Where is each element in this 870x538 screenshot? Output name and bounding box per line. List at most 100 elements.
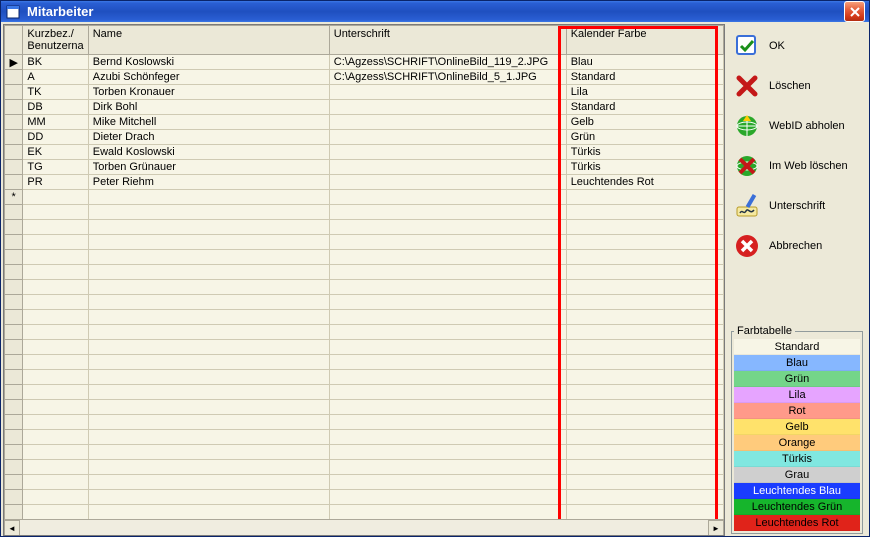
scroll-track[interactable] [20, 520, 708, 535]
col-header-unterschrift[interactable]: Unterschrift [329, 26, 566, 55]
table-row[interactable] [5, 415, 724, 430]
table-row[interactable] [5, 490, 724, 505]
col-header-farbe[interactable]: Kalender Farbe [566, 26, 723, 55]
table-row[interactable] [5, 460, 724, 475]
table-row[interactable]: PRPeter Riehm Leuchtendes Rot [5, 175, 724, 190]
cell-unterschrift[interactable] [329, 160, 566, 175]
cell-kurz[interactable]: EK [23, 145, 88, 160]
table-row[interactable] [5, 505, 724, 520]
cell-kurz[interactable]: BK [23, 55, 88, 70]
color-swatch[interactable]: Leuchtendes Blau [734, 483, 860, 499]
table-row[interactable]: * [5, 190, 724, 205]
cell-name[interactable] [88, 190, 329, 205]
cell-unterschrift[interactable] [329, 85, 566, 100]
cell-kurz[interactable]: A [23, 70, 88, 85]
color-swatch[interactable]: Türkis [734, 451, 860, 467]
ok-button[interactable]: OK [729, 26, 865, 66]
scroll-left-button[interactable]: ◄ [4, 520, 20, 536]
table-row[interactable] [5, 445, 724, 460]
table-row[interactable]: ▶BKBernd KoslowskiC:\Agzess\SCHRIFT\Onli… [5, 55, 724, 70]
cell-name[interactable]: Dieter Drach [88, 130, 329, 145]
color-swatch[interactable]: Grün [734, 371, 860, 387]
cell-farbe[interactable]: Standard [566, 100, 723, 115]
cell-name[interactable]: Bernd Koslowski [88, 55, 329, 70]
color-swatch[interactable]: Orange [734, 435, 860, 451]
table-row[interactable]: DDDieter Drach Grün [5, 130, 724, 145]
table-row[interactable] [5, 385, 724, 400]
table-row[interactable] [5, 280, 724, 295]
color-swatch[interactable]: Gelb [734, 419, 860, 435]
horizontal-scrollbar[interactable]: ◄ ► [4, 519, 724, 535]
cell-name[interactable]: Azubi Schönfeger [88, 70, 329, 85]
table-row[interactable] [5, 475, 724, 490]
cell-name[interactable]: Dirk Bohl [88, 100, 329, 115]
table-row[interactable] [5, 340, 724, 355]
table-row[interactable]: DBDirk Bohl Standard [5, 100, 724, 115]
scroll-right-button[interactable]: ► [708, 520, 724, 536]
col-header-name[interactable]: Name [88, 26, 329, 55]
window: Mitarbeiter Kurzbez./Benutzerna N [0, 0, 870, 537]
cell-name[interactable]: Mike Mitchell [88, 115, 329, 130]
cell-farbe[interactable]: Standard [566, 70, 723, 85]
table-row[interactable]: EKEwald Koslowski Türkis [5, 145, 724, 160]
cell-farbe[interactable]: Gelb [566, 115, 723, 130]
cell-name[interactable]: Torben Grünauer [88, 160, 329, 175]
cell-unterschrift[interactable]: C:\Agzess\SCHRIFT\OnlineBild_119_2.JPG [329, 55, 566, 70]
cell-farbe[interactable]: Türkis [566, 145, 723, 160]
cell-kurz[interactable] [23, 190, 88, 205]
cell-farbe[interactable]: Türkis [566, 160, 723, 175]
color-swatch[interactable]: Rot [734, 403, 860, 419]
color-swatch[interactable]: Blau [734, 355, 860, 371]
cell-farbe[interactable]: Lila [566, 85, 723, 100]
cell-farbe[interactable] [566, 190, 723, 205]
loeschen-button[interactable]: Löschen [729, 66, 865, 106]
cell-farbe[interactable]: Grün [566, 130, 723, 145]
cell-farbe[interactable]: Leuchtendes Rot [566, 175, 723, 190]
table-row[interactable]: TGTorben Grünauer Türkis [5, 160, 724, 175]
webid-button[interactable]: WebID abholen [729, 106, 865, 146]
color-swatch[interactable]: Grau [734, 467, 860, 483]
cell-unterschrift[interactable]: C:\Agzess\SCHRIFT\OnlineBild_5_1.JPG [329, 70, 566, 85]
color-swatch[interactable]: Leuchtendes Grün [734, 499, 860, 515]
color-swatch[interactable]: Leuchtendes Rot [734, 515, 860, 531]
cell-unterschrift[interactable] [329, 100, 566, 115]
table-row[interactable] [5, 205, 724, 220]
table-row[interactable] [5, 355, 724, 370]
cell-kurz[interactable]: TK [23, 85, 88, 100]
table-row[interactable] [5, 235, 724, 250]
table-row[interactable]: AAzubi SchönfegerC:\Agzess\SCHRIFT\Onlin… [5, 70, 724, 85]
imweb-button[interactable]: Im Web löschen [729, 146, 865, 186]
abbrechen-button[interactable]: Abbrechen [729, 226, 865, 266]
cell-name[interactable]: Torben Kronauer [88, 85, 329, 100]
cell-kurz[interactable]: PR [23, 175, 88, 190]
table-row[interactable] [5, 220, 724, 235]
cell-kurz[interactable]: DD [23, 130, 88, 145]
color-swatch[interactable]: Lila [734, 387, 860, 403]
cell-kurz[interactable]: MM [23, 115, 88, 130]
cell-unterschrift[interactable] [329, 175, 566, 190]
close-button[interactable] [844, 1, 865, 22]
employee-grid[interactable]: Kurzbez./Benutzerna Name Unterschrift Ka… [4, 25, 724, 535]
table-row[interactable] [5, 310, 724, 325]
table-row[interactable] [5, 250, 724, 265]
table-row[interactable] [5, 400, 724, 415]
unterschrift-button[interactable]: Unterschrift [729, 186, 865, 226]
table-row[interactable]: TKTorben Kronauer Lila [5, 85, 724, 100]
table-row[interactable] [5, 370, 724, 385]
table-row[interactable]: MMMike Mitchell Gelb [5, 115, 724, 130]
cell-unterschrift[interactable] [329, 190, 566, 205]
table-row[interactable] [5, 325, 724, 340]
cell-name[interactable]: Ewald Koslowski [88, 145, 329, 160]
col-header-kurz[interactable]: Kurzbez./Benutzerna [23, 26, 88, 55]
table-row[interactable] [5, 430, 724, 445]
cell-kurz[interactable]: DB [23, 100, 88, 115]
cell-unterschrift[interactable] [329, 130, 566, 145]
color-swatch[interactable]: Standard [734, 339, 860, 355]
table-row[interactable] [5, 295, 724, 310]
cell-unterschrift[interactable] [329, 115, 566, 130]
cell-unterschrift[interactable] [329, 145, 566, 160]
cell-kurz[interactable]: TG [23, 160, 88, 175]
cell-farbe[interactable]: Blau [566, 55, 723, 70]
table-row[interactable] [5, 265, 724, 280]
cell-name[interactable]: Peter Riehm [88, 175, 329, 190]
